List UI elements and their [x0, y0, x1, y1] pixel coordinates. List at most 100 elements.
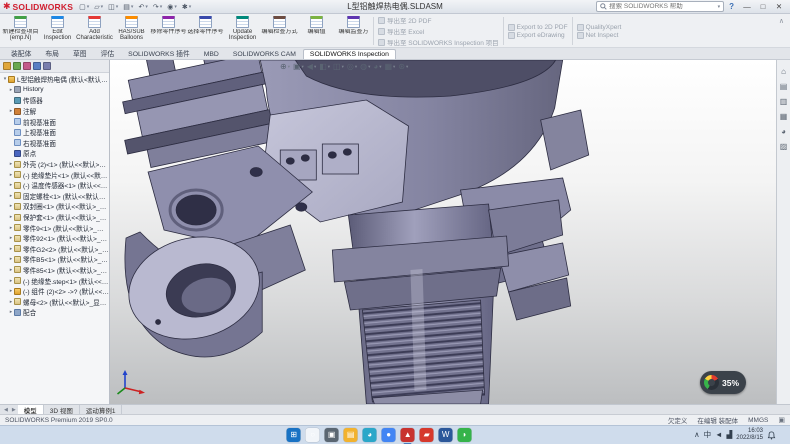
qualityxpert-item[interactable]: QualityXpert [577, 24, 622, 31]
file-explorer-button[interactable]: ▤ [344, 428, 358, 442]
edge-button[interactable]: ◕ [363, 428, 377, 442]
section-view-icon[interactable]: ◧▾ [319, 63, 330, 71]
tree-history[interactable]: ▸ History [0, 85, 109, 96]
view-settings-icon[interactable]: ⊛▾ [398, 63, 408, 71]
tree-right-plane[interactable]: 右视基准面 [0, 138, 109, 149]
previous-view-icon[interactable]: ◀▾ [307, 63, 316, 71]
search-button[interactable]: ○ [306, 428, 320, 442]
add-characteristic-button[interactable]: Add Characteristic [76, 15, 113, 47]
edit-appearance-icon[interactable]: ◕▾ [373, 63, 381, 71]
maximize-button[interactable]: □ [755, 0, 771, 13]
task-view-button[interactable]: ▣ [325, 428, 339, 442]
tree-component[interactable]: ▸ (-) 绝缘垫.step<1> (默认<<默认>_显示状态 1>) [0, 275, 109, 286]
tree-component[interactable]: ▸ 保护套<1> (默认<<默认>_显示状态 1>) [0, 212, 109, 223]
tree-component[interactable]: ▸ 双封圈<1> (默认<<默认>_显示状态 1>) [0, 201, 109, 212]
update-inspection-button[interactable]: Update Inspection [224, 15, 261, 47]
export-to-2d-pdf-item[interactable]: Export to 2D PDF [508, 24, 568, 31]
displaymanager-tab-icon[interactable] [43, 62, 51, 70]
export-excel-item[interactable]: 导出至 Excel [378, 26, 499, 36]
tree-component[interactable]: ▸ (-) 温度传感器<1> (默认<<默认>_显示状态 1>) [0, 180, 109, 191]
design-library-icon[interactable]: ▤ [780, 83, 788, 91]
3d-views-tab[interactable]: 3D 视图 [44, 405, 80, 414]
units-selector[interactable]: MMGS [748, 417, 768, 424]
3d-model-canvas[interactable] [110, 60, 776, 404]
edit-inspection-button[interactable]: Edit Inspection [39, 15, 76, 47]
network-icon[interactable]: ▟ [727, 431, 733, 439]
tree-component[interactable]: ▸ 固定螺栓<1> (默认<<默认>_显示状态 1>) [0, 191, 109, 202]
pdf-reader-button[interactable]: ▰ [420, 428, 434, 442]
tab-evaluate[interactable]: 评估 [94, 46, 122, 59]
tree-component[interactable]: ▸ 零件85<1> (默认<<默认>_显示状态 1>) [0, 265, 109, 276]
apply-scene-icon[interactable]: ▦▾ [384, 63, 395, 71]
tree-sensors[interactable]: 传感器 [0, 95, 109, 106]
tab-layout[interactable]: 布局 [38, 46, 66, 59]
zoom-fit-icon[interactable]: ⊕▾ [280, 63, 290, 71]
volume-icon[interactable]: ◄ [715, 431, 722, 439]
export-inspection-project-item[interactable]: 导出至 SOLIDWORKS Inspection 项目 [378, 37, 499, 47]
search-dropdown-icon[interactable]: ▾ [718, 4, 721, 10]
tree-root[interactable]: ▾ L型铝触焊热电偶 (默认<默认>_显示状态-1) [0, 74, 109, 85]
help-search-box[interactable]: ▾ [596, 1, 724, 12]
edit-method-button[interactable]: 编辑检查方式 [261, 15, 298, 47]
wechat-button[interactable]: ◗ [458, 428, 472, 442]
help-button[interactable]: ? [727, 2, 736, 11]
tab-addins[interactable]: SOLIDWORKS 插件 [121, 46, 197, 59]
notifications-icon[interactable] [767, 431, 776, 440]
display-style-icon[interactable]: ◎▾ [347, 63, 357, 71]
new-document-button[interactable]: ▢▾ [77, 3, 91, 11]
word-button[interactable]: W [439, 428, 453, 442]
tree-top-plane[interactable]: 上视基准面 [0, 127, 109, 138]
model-tab[interactable]: 模型 [18, 405, 44, 414]
ime-indicator[interactable]: 中 [704, 431, 712, 439]
tree-annotations[interactable]: ▸ 注解 [0, 106, 109, 117]
tab-assembly[interactable]: 装配体 [4, 46, 38, 59]
select-balloons-button[interactable]: 选择零件序号 [187, 15, 224, 47]
ribbon-collapse-icon[interactable]: ∧ [775, 15, 788, 27]
tab-scroll-right-icon[interactable]: ▶ [10, 405, 18, 414]
close-button[interactable]: ✕ [771, 0, 787, 13]
tree-mates[interactable]: ▸ 配合 [0, 307, 109, 318]
tree-component[interactable]: ▸ 零件92<1> (默认<<默认>_显示状态 1>) [0, 233, 109, 244]
hide-show-items-icon[interactable]: ◍▾ [360, 63, 370, 71]
tree-component[interactable]: ▸ (-) 绝缘垫片<1> (默认<<默认>_显示状态 1>) [0, 169, 109, 180]
tree-component[interactable]: ▸ 螺母<2> (默认<<默认>_显示状态 1>) [0, 296, 109, 307]
export-2d-pdf-item[interactable]: 导出至 2D PDF [378, 15, 499, 25]
tree-origin[interactable]: 原点 [0, 148, 109, 159]
minimize-button[interactable]: — [739, 0, 755, 13]
propertymanager-tab-icon[interactable] [13, 62, 21, 70]
browser-button[interactable]: ● [382, 428, 396, 442]
tab-sketch[interactable]: 草图 [66, 46, 94, 59]
edit-value-button[interactable]: 编辑值 [298, 15, 335, 47]
tab-cam[interactable]: SOLIDWORKS CAM [226, 49, 303, 59]
open-button[interactable]: ▱▾ [92, 3, 105, 11]
new-inspection-project-button[interactable]: 新建检查项目(emp.N) [2, 15, 39, 47]
dimxpertmanager-tab-icon[interactable] [33, 62, 41, 70]
tree-component[interactable]: ▸ 零件G2<2> (默认<<默认>_显示状态 1>) [0, 244, 109, 255]
file-explorer-icon[interactable]: ▥ [780, 98, 788, 106]
pane-toggle-icon[interactable]: ▣ [778, 416, 785, 424]
print-button[interactable]: ▤▾ [121, 3, 135, 11]
view-palette-icon[interactable]: ▦ [780, 113, 788, 121]
tab-mbd[interactable]: MBD [197, 49, 226, 59]
net-inspect-item[interactable]: Net Inspect [577, 32, 622, 39]
tree-component[interactable]: ▸ 零件B5<1> (默认<<默认>_显示状态 1>) [0, 254, 109, 265]
view-orientation-icon[interactable]: ◫▾ [333, 63, 344, 71]
hidden-icons-chevron[interactable]: ∧ [694, 431, 700, 439]
graphics-viewport[interactable]: ⊕▾ ▣▾ ◀▾ ◧▾ ◫▾ ◎▾ ◍▾ ◕▾ ▦▾ ⊛▾ [110, 60, 776, 404]
edit-audit-button[interactable]: 编辑监查方 [335, 15, 372, 47]
solidworks-button[interactable]: ▲ [401, 428, 415, 442]
undo-button[interactable]: ↶▾ [136, 3, 149, 11]
taskbar-clock[interactable]: 16:03 2022/8/15 [736, 428, 763, 442]
has-sub-balloons-button[interactable]: HAS/SUB Balloons [113, 15, 150, 47]
tree-subassembly[interactable]: ▸ (-) 组件 (2)<2> ->? (默认<<默认>_显示状态 1>) [0, 286, 109, 297]
rebuild-button[interactable]: ◉▾ [165, 3, 179, 11]
featuremanager-tab-icon[interactable] [3, 62, 11, 70]
redo-button[interactable]: ↷▾ [151, 3, 164, 11]
export-edrawing-item[interactable]: Export eDrawing [508, 32, 568, 39]
search-input[interactable] [609, 3, 715, 10]
tree-component[interactable]: ▸ 外壳 (2)<1> (默认<<默认>_显示状态 1>) [0, 159, 109, 170]
motion-study-tab[interactable]: 运动算例1 [80, 405, 123, 414]
start-button[interactable]: ⊞ [287, 428, 301, 442]
resources-icon[interactable]: ⌂ [781, 68, 786, 76]
tree-front-plane[interactable]: 前视基准面 [0, 116, 109, 127]
